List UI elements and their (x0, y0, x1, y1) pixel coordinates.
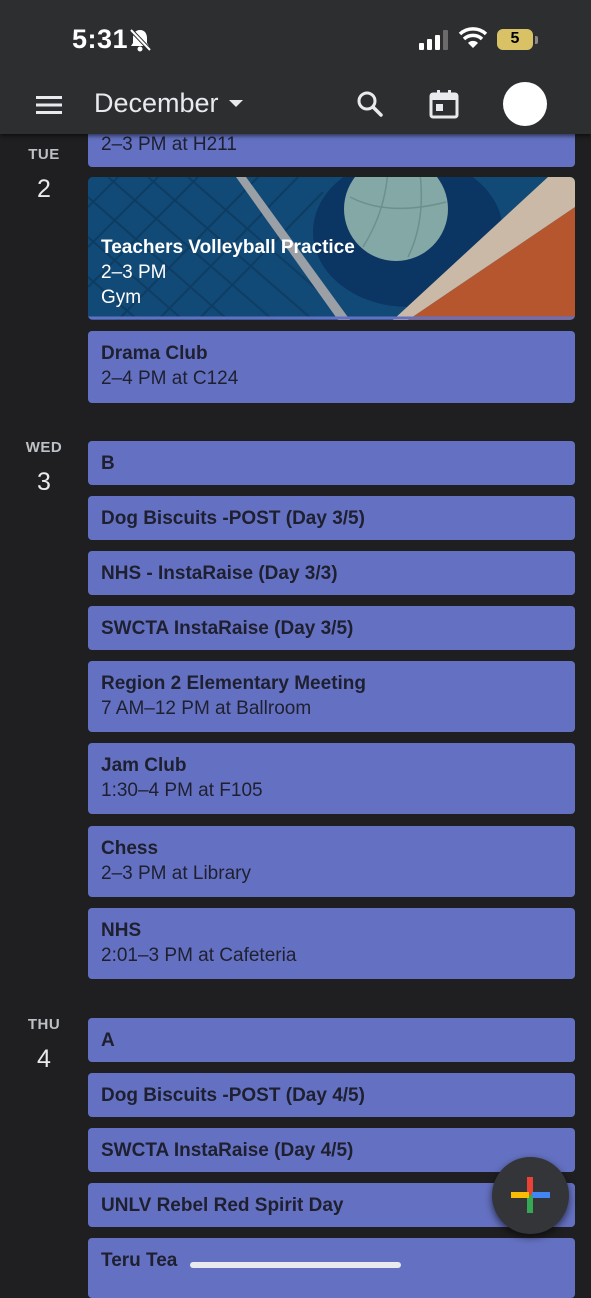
event-details: 2–4 PM at C124 (101, 368, 239, 389)
event-details: 7 AM–12 PM at Ballroom (101, 698, 312, 719)
battery-icon: 5 (497, 29, 539, 50)
event-title: Region 2 Elementary Meeting (101, 673, 367, 694)
event-details: 1:30–4 PM at F105 (101, 780, 263, 801)
event-location: Gym (101, 287, 142, 308)
event-text: Teachers Volleyball Practice 2–3 PM Gym (101, 235, 355, 310)
app-bar: December (0, 76, 591, 134)
status-time: 5:31 (72, 24, 129, 54)
event-details: 2:01–3 PM at Cafeteria (101, 945, 297, 966)
event-card[interactable]: NHS - InstaRaise (Day 3/3) (88, 551, 575, 595)
event-card[interactable]: Dog Biscuits -POST (Day 3/5) (88, 496, 575, 540)
create-event-button[interactable] (492, 1157, 569, 1234)
event-title: Dog Biscuits -POST (Day 3/5) (101, 508, 365, 529)
plus-icon (511, 1177, 550, 1213)
event-title: Jam Club (101, 755, 187, 776)
event-title: NHS - InstaRaise (Day 3/3) (101, 563, 338, 584)
event-card[interactable]: Jam Club 1:30–4 PM at F105 (88, 743, 575, 814)
status-bar: 5:31 5 (0, 0, 591, 76)
event-title: Teru Tea (101, 1250, 178, 1271)
schedule-list: 2–3 PM at H211 TUE 2 Teachers Volleyball… (0, 0, 591, 1298)
bell-slash-icon (129, 28, 151, 52)
event-card[interactable]: Teru Tea (88, 1238, 575, 1298)
event-card[interactable]: Dog Biscuits -POST (Day 4/5) (88, 1073, 575, 1117)
event-title: Drama Club (101, 343, 208, 364)
event-title: B (101, 453, 115, 474)
chevron-down-icon (228, 100, 243, 107)
calendar-today-icon[interactable] (428, 88, 460, 120)
month-label: December (94, 88, 219, 118)
day-of-week-label: WED (25, 439, 63, 456)
avatar[interactable] (503, 82, 547, 126)
event-time: 2–3 PM (101, 262, 167, 283)
event-title: Teachers Volleyball Practice (101, 237, 355, 258)
event-title: Chess (101, 838, 159, 859)
event-details: 2–3 PM at Library (101, 863, 251, 884)
event-card[interactable]: NHS 2:01–3 PM at Cafeteria (88, 908, 575, 979)
day-of-week-label: THU (27, 1016, 61, 1033)
day-number[interactable]: 3 (0, 468, 88, 497)
battery-level: 5 (510, 30, 520, 47)
month-selector[interactable]: December (94, 88, 243, 119)
event-card[interactable]: Region 2 Elementary Meeting 7 AM–12 PM a… (88, 661, 575, 732)
event-card[interactable]: A (88, 1018, 575, 1062)
cellular-signal-icon (419, 30, 448, 50)
home-indicator[interactable] (190, 1262, 401, 1268)
search-icon[interactable] (355, 89, 385, 119)
event-card[interactable]: B (88, 441, 575, 485)
day-number[interactable]: 4 (0, 1045, 88, 1074)
event-title: SWCTA InstaRaise (Day 3/5) (101, 618, 354, 639)
event-title: A (101, 1030, 115, 1051)
hamburger-menu-icon[interactable] (28, 90, 70, 120)
event-card-volleyball[interactable]: Teachers Volleyball Practice 2–3 PM Gym (88, 177, 575, 320)
event-title: Dog Biscuits -POST (Day 4/5) (101, 1085, 365, 1106)
event-title: NHS (101, 920, 142, 941)
event-card[interactable]: Chess 2–3 PM at Library (88, 826, 575, 897)
day-of-week-label: TUE (28, 146, 60, 163)
wifi-icon (458, 27, 488, 48)
event-details: 2–3 PM at H211 (101, 134, 237, 155)
event-card[interactable]: Drama Club 2–4 PM at C124 (88, 331, 575, 403)
day-number[interactable]: 2 (0, 175, 88, 204)
event-card[interactable]: SWCTA InstaRaise (Day 3/5) (88, 606, 575, 650)
